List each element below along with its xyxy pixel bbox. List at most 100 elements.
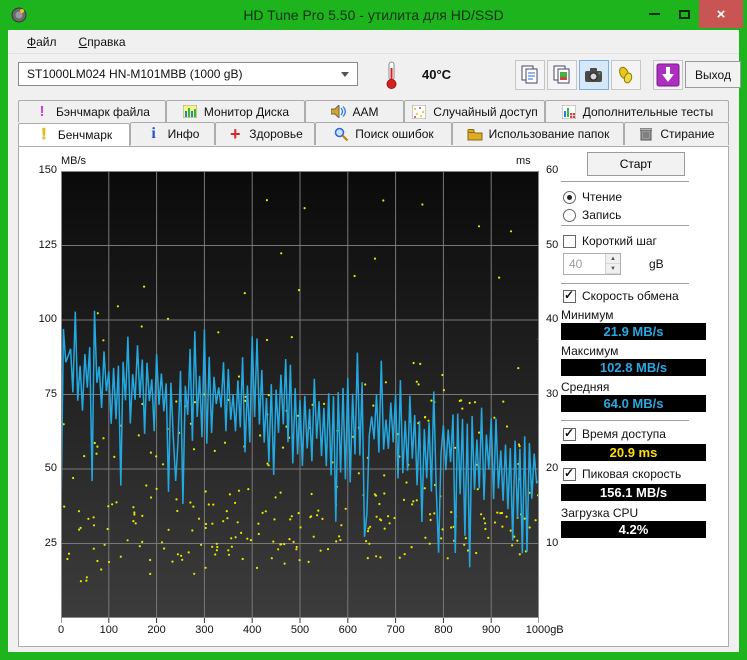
folder-usage-icon	[467, 126, 483, 142]
read-radio-circle	[563, 191, 576, 204]
transfer-rate-box	[563, 290, 576, 303]
short-stride-label: Короткий шаг	[582, 234, 657, 248]
tab-label: Стирание	[660, 127, 714, 141]
menu-bar: Файл Справка	[8, 30, 739, 54]
left-axis-unit: MB/s	[61, 155, 86, 167]
benchmark-icon: !	[36, 127, 52, 143]
camera-icon[interactable]	[579, 60, 609, 90]
tab-label: Бэнчмарк файла	[56, 105, 150, 119]
error-scan-icon	[333, 126, 349, 142]
right-axis-unit: ms	[516, 155, 531, 167]
tab-aam[interactable]: AAM	[305, 100, 404, 122]
download-icon[interactable]	[653, 60, 683, 90]
exit-button[interactable]: Выход	[685, 61, 741, 88]
tab-benchmark[interactable]: ! Бенчмарк	[18, 123, 130, 146]
tab-health[interactable]: + Здоровье	[215, 122, 315, 145]
client-area: Файл Справка ST1000LM024 HN-M101MBB (100…	[8, 30, 739, 652]
stride-size-value: 40	[564, 254, 605, 274]
benchmark-controls: Старт Чтение Запись Короткий шаг	[561, 147, 706, 648]
stepper-up-button[interactable]: ▲	[606, 254, 620, 264]
axis-tick-label: 125	[29, 239, 57, 251]
tab-label: Бенчмарк	[58, 128, 112, 142]
maximize-button[interactable]	[669, 0, 699, 28]
menu-file[interactable]: Файл	[18, 32, 66, 52]
write-radio-label: Запись	[582, 208, 621, 222]
info-icon: i	[146, 126, 162, 142]
x-axis-ticks	[61, 618, 539, 623]
tab-file-benchmark[interactable]: ! Бэнчмарк файла	[18, 100, 166, 122]
divider	[561, 420, 689, 421]
tab-disk-monitor[interactable]: Монитор Диска	[166, 100, 305, 122]
burst-rate-value: 156.1 MB/s	[561, 484, 706, 501]
read-radio[interactable]: Чтение	[563, 189, 622, 205]
axis-tick-label: 150	[29, 164, 57, 176]
axis-tick-label: 100	[29, 313, 57, 325]
drive-select-value: ST1000LM024 HN-M101MBB (1000 gB)	[27, 67, 242, 81]
divider	[561, 225, 689, 226]
axis-tick-label: 75	[29, 388, 57, 400]
extra-tests-icon	[561, 104, 577, 120]
health-icon: +	[227, 126, 243, 142]
stride-size-unit: gB	[649, 257, 664, 271]
minimum-value: 21.9 MB/s	[561, 323, 706, 340]
tab-label: Здоровье	[249, 127, 303, 141]
benchmark-chart	[61, 171, 539, 626]
divider	[561, 181, 689, 182]
tab-info[interactable]: i Инфо	[130, 122, 215, 145]
toolbar-buttons	[515, 60, 683, 90]
tab-strip: ! Бэнчмарк файла Монитор Диска AAM Случа…	[18, 100, 729, 145]
temperature-value: 40°C	[422, 67, 451, 82]
tab-label: AAM	[352, 105, 378, 119]
copy-icon[interactable]	[515, 60, 545, 90]
window-title: HD Tune Pro 5.50 - утилита для HD/SSD	[0, 7, 747, 23]
minimize-button[interactable]	[639, 0, 669, 28]
thermometer-icon	[385, 60, 399, 95]
drive-select[interactable]: ST1000LM024 HN-M101MBB (1000 gB)	[18, 62, 358, 86]
menu-help[interactable]: Справка	[70, 32, 135, 52]
chevron-down-icon	[341, 72, 349, 77]
tab-folder-usage[interactable]: Использование папок	[452, 122, 624, 145]
access-time-label: Время доступа	[582, 427, 666, 441]
title-bar: HD Tune Pro 5.50 - утилита для HD/SSD ×	[0, 0, 747, 30]
access-time-box	[563, 428, 576, 441]
tab-label: Инфо	[168, 127, 200, 141]
hand-icon[interactable]	[611, 60, 641, 90]
tab-label: Монитор Диска	[204, 105, 289, 119]
read-radio-label: Чтение	[582, 190, 622, 204]
tab-row-primary: ! Бенчмарк i Инфо + Здоровье Поиск ошибо…	[18, 122, 729, 145]
random-access-icon	[411, 104, 427, 120]
transfer-rate-label: Скорость обмена	[582, 289, 679, 303]
write-radio[interactable]: Запись	[563, 207, 621, 223]
file-benchmark-icon: !	[34, 104, 50, 120]
burst-rate-label: Пиковая скорость	[582, 467, 681, 481]
copy-image-icon[interactable]	[547, 60, 577, 90]
tab-extra-tests[interactable]: Дополнительные тесты	[545, 100, 729, 122]
tab-label: Поиск ошибок	[355, 127, 433, 141]
axis-tick-label: 50	[29, 462, 57, 474]
tab-erase[interactable]: Стирание	[624, 122, 729, 145]
erase-icon	[638, 126, 654, 142]
cpu-usage-label: Загрузка CPU	[561, 506, 638, 520]
access-time-checkbox[interactable]: Время доступа	[563, 426, 666, 442]
start-button[interactable]: Старт	[587, 152, 685, 176]
toolbar: ST1000LM024 HN-M101MBB (1000 gB) 40°C	[8, 54, 739, 98]
access-time-value: 20.9 ms	[561, 444, 706, 461]
average-label: Средняя	[561, 380, 609, 394]
stride-size-stepper[interactable]: 40 ▲▼	[563, 253, 621, 275]
write-radio-circle	[563, 209, 576, 222]
cpu-usage-value: 4.2%	[561, 521, 706, 538]
short-stride-box	[563, 235, 576, 248]
tab-label: Использование папок	[489, 127, 610, 141]
burst-rate-box	[563, 468, 576, 481]
tab-error-scan[interactable]: Поиск ошибок	[315, 122, 452, 145]
maximum-label: Максимум	[561, 344, 618, 358]
tab-random-access[interactable]: Случайный доступ	[404, 100, 545, 122]
speaker-icon	[330, 104, 346, 120]
benchmark-panel: MB/s ms 150125100755025 605040302010 010…	[18, 146, 729, 647]
tab-row-secondary: ! Бэнчмарк файла Монитор Диска AAM Случа…	[18, 100, 729, 122]
transfer-rate-checkbox[interactable]: Скорость обмена	[563, 288, 679, 304]
stepper-down-button[interactable]: ▼	[606, 264, 620, 274]
short-stride-checkbox[interactable]: Короткий шаг	[563, 233, 657, 249]
burst-rate-checkbox[interactable]: Пиковая скорость	[563, 466, 681, 482]
close-button[interactable]: ×	[699, 0, 743, 28]
